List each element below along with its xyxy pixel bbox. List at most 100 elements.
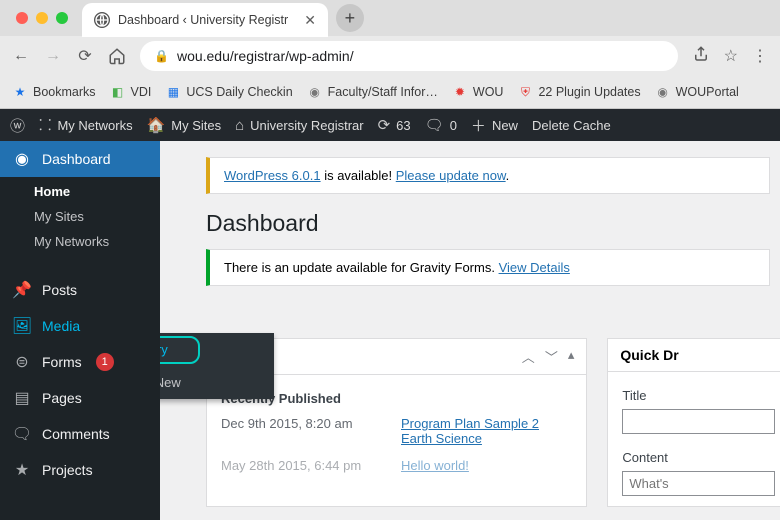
bookmark-item[interactable]: ⛨22 Plugin Updates xyxy=(517,84,640,100)
quick-draft-title-input[interactable] xyxy=(622,409,775,434)
submenu-my-networks[interactable]: My Networks xyxy=(12,229,160,254)
menu-posts[interactable]: 📌Posts xyxy=(0,272,160,308)
profile-menu-button[interactable]: ⋮ xyxy=(752,46,768,66)
bookmark-item[interactable]: ◉Faculty/Staff Infor… xyxy=(307,84,438,100)
menu-dashboard[interactable]: ◉Dashboard xyxy=(0,141,160,177)
page-title: Dashboard xyxy=(206,210,780,237)
home-icon: ⌂ xyxy=(235,117,244,134)
network-icon: ⸬ xyxy=(39,115,51,135)
pages-icon: ▤ xyxy=(12,388,32,408)
back-button[interactable]: ← xyxy=(12,47,30,65)
ucs-icon: ▦ xyxy=(165,84,181,100)
minimize-window-icon[interactable] xyxy=(36,12,48,24)
site-title[interactable]: ⌂University Registrar xyxy=(235,117,363,134)
activity-post-link[interactable]: Program Plan Sample 2 Earth Science xyxy=(401,416,572,446)
wp-body: ◉Dashboard Home My Sites My Networks 📌Po… xyxy=(0,141,780,520)
activity-post-link[interactable]: Hello world! xyxy=(401,458,469,473)
activity-row: May 28th 2015, 6:44 pm Hello world! xyxy=(221,452,572,479)
quick-draft-heading: Quick Dr xyxy=(620,347,678,363)
activity-timestamp: May 28th 2015, 6:44 pm xyxy=(221,458,381,473)
star-icon: ★ xyxy=(12,84,28,100)
chevron-down-icon[interactable]: ﹀ xyxy=(545,347,558,366)
submenu-home[interactable]: Home xyxy=(12,179,160,204)
globe-icon: ◉ xyxy=(655,84,671,100)
sites-icon: 🏠 xyxy=(147,116,166,134)
comment-icon: 🗨 xyxy=(425,116,444,134)
vdi-icon: ◧ xyxy=(110,84,126,100)
lock-icon: 🔒 xyxy=(154,49,169,63)
shield-icon: ⛨ xyxy=(517,84,533,100)
wou-icon: ✹ xyxy=(452,84,468,100)
projects-icon: ★ xyxy=(12,460,32,480)
window-controls xyxy=(10,12,74,24)
plus-icon: ＋ xyxy=(471,115,486,136)
maximize-window-icon[interactable] xyxy=(56,12,68,24)
panel-handles: ︿ ﹀ ▴ xyxy=(522,347,575,366)
bookmark-item[interactable]: ✹WOU xyxy=(452,84,504,100)
bookmark-star-button[interactable]: ☆ xyxy=(724,46,738,66)
notice-wordpress-update: WordPress 6.0.1 is available! Please upd… xyxy=(206,157,770,194)
wp-admin-bar: ⓦ ⸬My Networks 🏠My Sites ⌂University Reg… xyxy=(0,109,780,141)
dashboard-panels: Activity ︿ ﹀ ▴ Recently Published Dec 9t… xyxy=(206,338,780,507)
bookmark-item[interactable]: ◧VDI xyxy=(110,84,152,100)
menu-forms[interactable]: ⊜Forms1 xyxy=(0,344,160,380)
view-details-link[interactable]: View Details xyxy=(499,260,570,275)
address-bar[interactable]: 🔒 wou.edu/registrar/wp-admin/ xyxy=(140,41,678,71)
browser-tab[interactable]: Dashboard ‹ University Registr ✕ xyxy=(82,3,328,37)
menu-media[interactable]: 🖼Media xyxy=(0,308,160,344)
notice-gravity-forms: There is an update available for Gravity… xyxy=(206,249,770,286)
submenu-my-sites[interactable]: My Sites xyxy=(12,204,160,229)
flyout-library[interactable]: Library xyxy=(160,333,274,366)
delete-cache[interactable]: Delete Cache xyxy=(532,118,611,133)
close-window-icon[interactable] xyxy=(16,12,28,24)
close-tab-icon[interactable]: ✕ xyxy=(296,12,316,29)
new-tab-button[interactable]: + xyxy=(336,4,364,32)
dashboard-icon: ◉ xyxy=(12,149,32,169)
quick-draft-panel: Quick Dr Title Content xyxy=(607,338,780,507)
pin-icon: 📌 xyxy=(12,280,32,300)
admin-menu: ◉Dashboard Home My Sites My Networks 📌Po… xyxy=(0,141,160,520)
menu-projects[interactable]: ★Projects xyxy=(0,452,160,488)
content-label: Content xyxy=(622,444,775,471)
my-networks[interactable]: ⸬My Networks xyxy=(39,115,133,135)
update-now-link[interactable]: Please update now xyxy=(396,168,506,183)
collapse-icon[interactable]: ▴ xyxy=(568,347,575,366)
activity-timestamp: Dec 9th 2015, 8:20 am xyxy=(221,416,381,446)
media-flyout: Library Add New xyxy=(160,333,274,399)
update-count[interactable]: ⟳63 xyxy=(378,116,411,134)
dashboard-submenu: Home My Sites My Networks xyxy=(0,177,160,264)
my-sites[interactable]: 🏠My Sites xyxy=(147,116,222,134)
chevron-up-icon[interactable]: ︿ xyxy=(522,347,535,366)
new-content[interactable]: ＋New xyxy=(471,115,518,136)
comment-count[interactable]: 🗨0 xyxy=(425,116,457,134)
browser-chrome: Dashboard ‹ University Registr ✕ + ← → ⟳… xyxy=(0,0,780,109)
quick-draft-content-input[interactable] xyxy=(622,471,775,496)
wordpress-icon: ⓦ xyxy=(10,115,25,136)
wordpress-version-link[interactable]: WordPress 6.0.1 xyxy=(224,168,321,183)
flyout-add-new[interactable]: Add New xyxy=(160,366,274,399)
url-text: wou.edu/registrar/wp-admin/ xyxy=(177,48,354,64)
bookmark-item[interactable]: ▦UCS Daily Checkin xyxy=(165,84,292,100)
title-label: Title xyxy=(622,382,775,409)
share-button[interactable] xyxy=(692,45,710,68)
activity-row: Dec 9th 2015, 8:20 am Program Plan Sampl… xyxy=(221,410,572,452)
menu-pages[interactable]: ▤Pages xyxy=(0,380,160,416)
home-button[interactable] xyxy=(108,47,126,65)
globe-icon: ◉ xyxy=(307,84,323,100)
refresh-icon: ⟳ xyxy=(378,116,391,134)
forms-icon: ⊜ xyxy=(12,352,32,372)
comments-icon: 🗨 xyxy=(12,424,32,444)
forms-badge: 1 xyxy=(96,353,114,371)
reload-button[interactable]: ⟳ xyxy=(76,47,94,65)
wp-content: WordPress 6.0.1 is available! Please upd… xyxy=(160,141,780,520)
globe-icon xyxy=(94,12,110,28)
tab-title: Dashboard ‹ University Registr xyxy=(118,13,288,27)
bookmark-item[interactable]: ★Bookmarks xyxy=(12,84,96,100)
toolbar: ← → ⟳ 🔒 wou.edu/registrar/wp-admin/ ☆ ⋮ xyxy=(0,36,780,76)
wp-logo[interactable]: ⓦ xyxy=(10,115,25,136)
media-icon: 🖼 xyxy=(12,316,32,336)
menu-comments[interactable]: 🗨Comments xyxy=(0,416,160,452)
bookmark-item[interactable]: ◉WOUPortal xyxy=(655,84,739,100)
forward-button[interactable]: → xyxy=(44,47,62,65)
tab-strip: Dashboard ‹ University Registr ✕ + xyxy=(0,0,780,36)
